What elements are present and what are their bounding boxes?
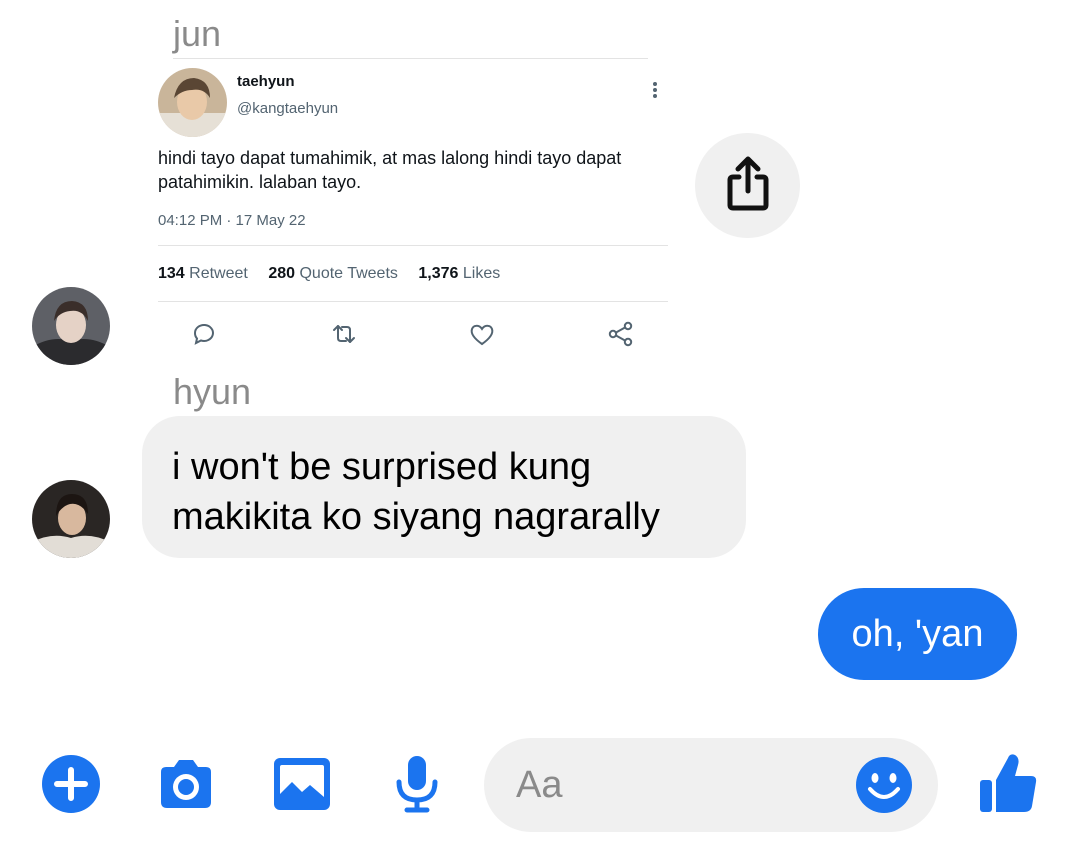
tweet-handle[interactable]: @kangtaehyun bbox=[237, 100, 338, 117]
emoji-icon[interactable] bbox=[854, 755, 914, 815]
share-button[interactable] bbox=[695, 133, 800, 238]
retweet-stat[interactable]: 134 Retweet bbox=[158, 265, 248, 282]
tweet-display-name[interactable]: taehyun bbox=[237, 73, 295, 90]
outgoing-message-bubble[interactable]: oh, 'yan bbox=[818, 588, 1017, 680]
camera-icon[interactable] bbox=[154, 752, 218, 816]
plus-icon[interactable] bbox=[39, 752, 103, 816]
sender-avatar-jun[interactable] bbox=[32, 287, 110, 365]
tweet-timestamp[interactable]: 04:12 PM · 17 May 22 bbox=[158, 212, 306, 229]
gallery-icon[interactable] bbox=[270, 752, 334, 816]
quote-tweet-stat[interactable]: 280 Quote Tweets bbox=[268, 265, 398, 282]
more-options-icon[interactable] bbox=[650, 80, 660, 100]
upload-share-icon bbox=[727, 156, 769, 211]
like-icon[interactable] bbox=[468, 320, 496, 348]
sender-name-jun: jun bbox=[173, 13, 222, 54]
incoming-message-bubble[interactable]: i won't be surprised kung makikita ko si… bbox=[142, 416, 746, 558]
tweet-divider bbox=[158, 301, 668, 302]
message-input-placeholder: Aa bbox=[516, 764, 563, 806]
sender-avatar-hyun[interactable] bbox=[32, 480, 110, 558]
thumbs-up-icon[interactable] bbox=[976, 750, 1040, 814]
tweet-divider bbox=[158, 245, 668, 246]
share-icon[interactable] bbox=[607, 320, 635, 348]
tweet-stats: 134 Retweet 280 Quote Tweets 1,376 Likes bbox=[158, 265, 516, 283]
tweet-text: hindi tayo dapat tumahimik, at mas lalon… bbox=[158, 148, 622, 192]
tweet-top-divider bbox=[173, 58, 648, 59]
microphone-icon[interactable] bbox=[385, 752, 449, 816]
sender-name-hyun: hyun bbox=[173, 371, 252, 412]
likes-stat[interactable]: 1,376 Likes bbox=[418, 265, 500, 282]
reply-icon[interactable] bbox=[190, 320, 218, 348]
tweet-author-avatar[interactable] bbox=[158, 68, 227, 137]
shared-tweet-card[interactable]: taehyun @kangtaehyun hindi tayo dapat tu… bbox=[155, 58, 670, 373]
retweet-icon[interactable] bbox=[330, 320, 358, 348]
message-input[interactable]: Aa bbox=[484, 738, 938, 832]
